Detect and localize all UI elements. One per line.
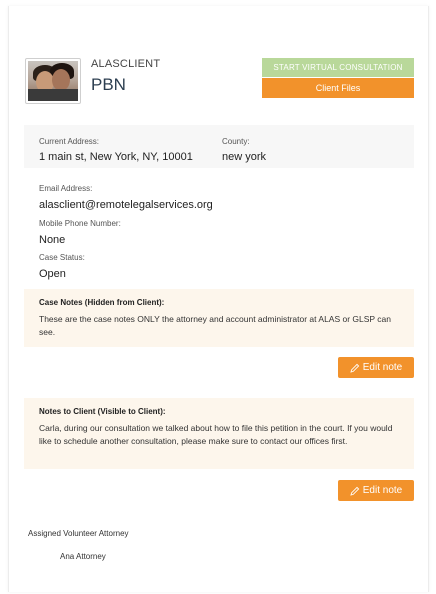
edit-case-note-label: Edit note [362, 362, 403, 373]
assigned-attorney-name: Ana Attorney [60, 552, 106, 561]
client-name: ALASCLIENT [91, 58, 161, 70]
edit-case-note-button[interactable]: Edit note [338, 357, 414, 378]
client-notes-text: Carla, during our consultation we talked… [39, 423, 393, 446]
edit-client-note-button[interactable]: Edit note [338, 480, 414, 501]
mobile-label: Mobile Phone Number: [39, 219, 121, 228]
current-address-label: Current Address: [39, 137, 100, 146]
client-notes-box: Notes to Client (Visible to Client): Car… [24, 398, 414, 469]
edit-client-note-label: Edit note [362, 485, 403, 496]
client-org: PBN [91, 75, 126, 94]
client-avatar [25, 58, 81, 104]
client-notes-title: Notes to Client (Visible to Client): [39, 407, 166, 416]
start-virtual-consultation-button[interactable]: START VIRTUAL CONSULTATION [262, 58, 414, 77]
assigned-attorney-label: Assigned Volunteer Attorney [28, 529, 129, 538]
case-notes-text: These are the case notes ONLY the attorn… [39, 314, 392, 337]
client-files-button[interactable]: Client Files [262, 78, 414, 98]
address-section: Current Address: 1 main st, New York, NY… [24, 125, 414, 168]
case-notes-box: Case Notes (Hidden from Client): These a… [24, 289, 414, 347]
case-notes-title: Case Notes (Hidden from Client): [39, 298, 165, 307]
pencil-icon [350, 363, 359, 373]
current-address-value: 1 main st, New York, NY, 10001 [39, 151, 193, 163]
client-photo [28, 61, 78, 101]
pencil-icon [350, 486, 359, 496]
county-label: County: [222, 137, 250, 146]
case-status-label: Case Status: [39, 253, 85, 262]
county-value: new york [222, 151, 267, 163]
mobile-value: None [39, 234, 66, 246]
email-label: Email Address: [39, 184, 93, 193]
case-status-value: Open [39, 268, 66, 280]
email-value: alasclient@remotelegalservices.org [39, 199, 213, 211]
